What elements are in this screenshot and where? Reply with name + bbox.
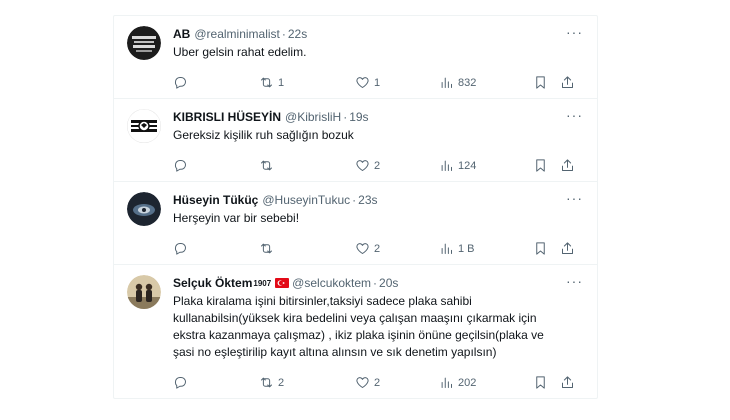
share-icon bbox=[562, 76, 573, 88]
like-icon bbox=[356, 77, 369, 88]
display-name[interactable]: AB bbox=[173, 27, 190, 41]
tweet-text: Plaka kiralama işini bitirsinler,taksiyi… bbox=[173, 294, 544, 359]
bookmark-button[interactable] bbox=[533, 241, 548, 256]
like-button[interactable]: 2 bbox=[355, 375, 380, 390]
name-superscript: 1907 bbox=[253, 278, 272, 288]
display-name[interactable]: KIBRISLI HÜSEYİN bbox=[173, 110, 281, 124]
separator-dot: · bbox=[343, 110, 348, 124]
bookmark-button[interactable] bbox=[533, 75, 548, 90]
display-name[interactable]: Hüseyin Tüküç bbox=[173, 193, 258, 207]
retweet-icon bbox=[261, 243, 272, 254]
retweet-icon bbox=[261, 160, 272, 171]
tweet-feed: ··· AB @realminimalist · 22s Uber gelsin… bbox=[113, 15, 598, 399]
reply-button[interactable] bbox=[173, 375, 192, 390]
share-button[interactable] bbox=[560, 375, 575, 390]
tweet-text: Uber gelsin rahat edelim. bbox=[173, 45, 307, 59]
display-name[interactable]: Selçuk Öktem bbox=[173, 276, 252, 290]
share-icon bbox=[562, 159, 573, 171]
reply-icon bbox=[174, 77, 186, 89]
tweet[interactable]: ··· AB @realminimalist · 22s Uber gelsin… bbox=[114, 16, 597, 99]
avatar[interactable] bbox=[127, 275, 161, 309]
like-count: 2 bbox=[374, 242, 381, 255]
like-icon bbox=[356, 160, 369, 171]
avatar[interactable] bbox=[127, 109, 161, 143]
share-button[interactable] bbox=[560, 75, 575, 90]
separator-dot: · bbox=[373, 276, 378, 290]
more-icon[interactable]: ··· bbox=[566, 25, 583, 39]
tweet[interactable]: ··· KIBRISLI HÜSEYİN @KibrisliH · 19s Ge… bbox=[114, 99, 597, 182]
views-button[interactable]: 832 bbox=[439, 75, 476, 90]
more-icon[interactable]: ··· bbox=[566, 191, 583, 205]
user-handle[interactable]: @realminimalist bbox=[194, 27, 280, 41]
reply-icon bbox=[174, 377, 186, 389]
action-bar: 2 2 202 bbox=[173, 368, 583, 398]
share-button[interactable] bbox=[560, 241, 575, 256]
tweet-text: Herşeyin var bir sebebi! bbox=[173, 211, 300, 225]
views-button[interactable]: 1 B bbox=[439, 241, 475, 256]
user-handle[interactable]: @HuseyinTukuc bbox=[262, 193, 350, 207]
retweet-button[interactable] bbox=[259, 241, 278, 256]
action-bar: 2 124 bbox=[173, 151, 583, 181]
bookmark-icon bbox=[536, 376, 545, 389]
tweet[interactable]: ··· Hüseyin Tüküç @HuseyinTukuc · 23s He… bbox=[114, 182, 597, 265]
tweet-text: Gereksiz kişilik ruh sağlığın bozuk bbox=[173, 128, 354, 142]
reply-icon bbox=[174, 243, 186, 255]
views-button[interactable]: 124 bbox=[439, 158, 476, 173]
timestamp[interactable]: 19s bbox=[349, 110, 368, 124]
separator-dot: · bbox=[281, 27, 286, 41]
action-bar: 1 1 832 bbox=[173, 68, 583, 98]
reply-button[interactable] bbox=[173, 75, 192, 90]
bookmark-button[interactable] bbox=[533, 158, 548, 173]
like-count: 2 bbox=[374, 159, 381, 172]
like-button[interactable]: 1 bbox=[355, 75, 380, 90]
more-icon[interactable]: ··· bbox=[566, 274, 583, 288]
like-count: 2 bbox=[374, 376, 381, 389]
like-icon bbox=[356, 243, 369, 254]
views-icon bbox=[441, 160, 452, 171]
bookmark-icon bbox=[536, 242, 545, 255]
flag-icon bbox=[275, 278, 290, 288]
timestamp[interactable]: 20s bbox=[379, 276, 398, 290]
bookmark-icon bbox=[536, 76, 545, 89]
timestamp[interactable]: 23s bbox=[358, 193, 377, 207]
share-icon bbox=[562, 242, 573, 254]
views-icon bbox=[441, 377, 452, 388]
like-button[interactable]: 2 bbox=[355, 158, 380, 173]
more-icon[interactable]: ··· bbox=[566, 108, 583, 122]
retweet-button[interactable]: 1 bbox=[259, 75, 284, 90]
bookmark-icon bbox=[536, 159, 545, 172]
tweet[interactable]: ··· Selçuk Öktem 1907 @selcukoktem · 20s … bbox=[114, 265, 597, 398]
reply-button[interactable] bbox=[173, 241, 192, 256]
view-count: 124 bbox=[458, 159, 477, 172]
user-handle[interactable]: @selcukoktem bbox=[292, 276, 371, 290]
share-icon bbox=[562, 376, 573, 388]
retweet-count: 2 bbox=[278, 376, 285, 389]
view-count: 1 B bbox=[458, 242, 475, 255]
bookmark-button[interactable] bbox=[533, 375, 548, 390]
retweet-button[interactable] bbox=[259, 158, 278, 173]
like-icon bbox=[356, 377, 369, 388]
reply-icon bbox=[174, 160, 186, 172]
action-bar: 2 1 B bbox=[173, 234, 583, 264]
retweet-count: 1 bbox=[278, 76, 285, 89]
views-icon bbox=[441, 77, 452, 88]
retweet-button[interactable]: 2 bbox=[259, 375, 284, 390]
separator-dot: · bbox=[352, 193, 357, 207]
timestamp[interactable]: 22s bbox=[288, 27, 307, 41]
like-button[interactable]: 2 bbox=[355, 241, 380, 256]
reply-button[interactable] bbox=[173, 158, 192, 173]
like-count: 1 bbox=[374, 76, 381, 89]
user-handle[interactable]: @KibrisliH bbox=[285, 110, 341, 124]
avatar[interactable] bbox=[127, 192, 161, 226]
retweet-icon bbox=[261, 77, 272, 88]
views-button[interactable]: 202 bbox=[439, 375, 476, 390]
retweet-icon bbox=[261, 377, 272, 388]
share-button[interactable] bbox=[560, 158, 575, 173]
view-count: 832 bbox=[458, 76, 477, 89]
views-icon bbox=[441, 243, 452, 254]
avatar[interactable] bbox=[127, 26, 161, 60]
view-count: 202 bbox=[458, 376, 477, 389]
